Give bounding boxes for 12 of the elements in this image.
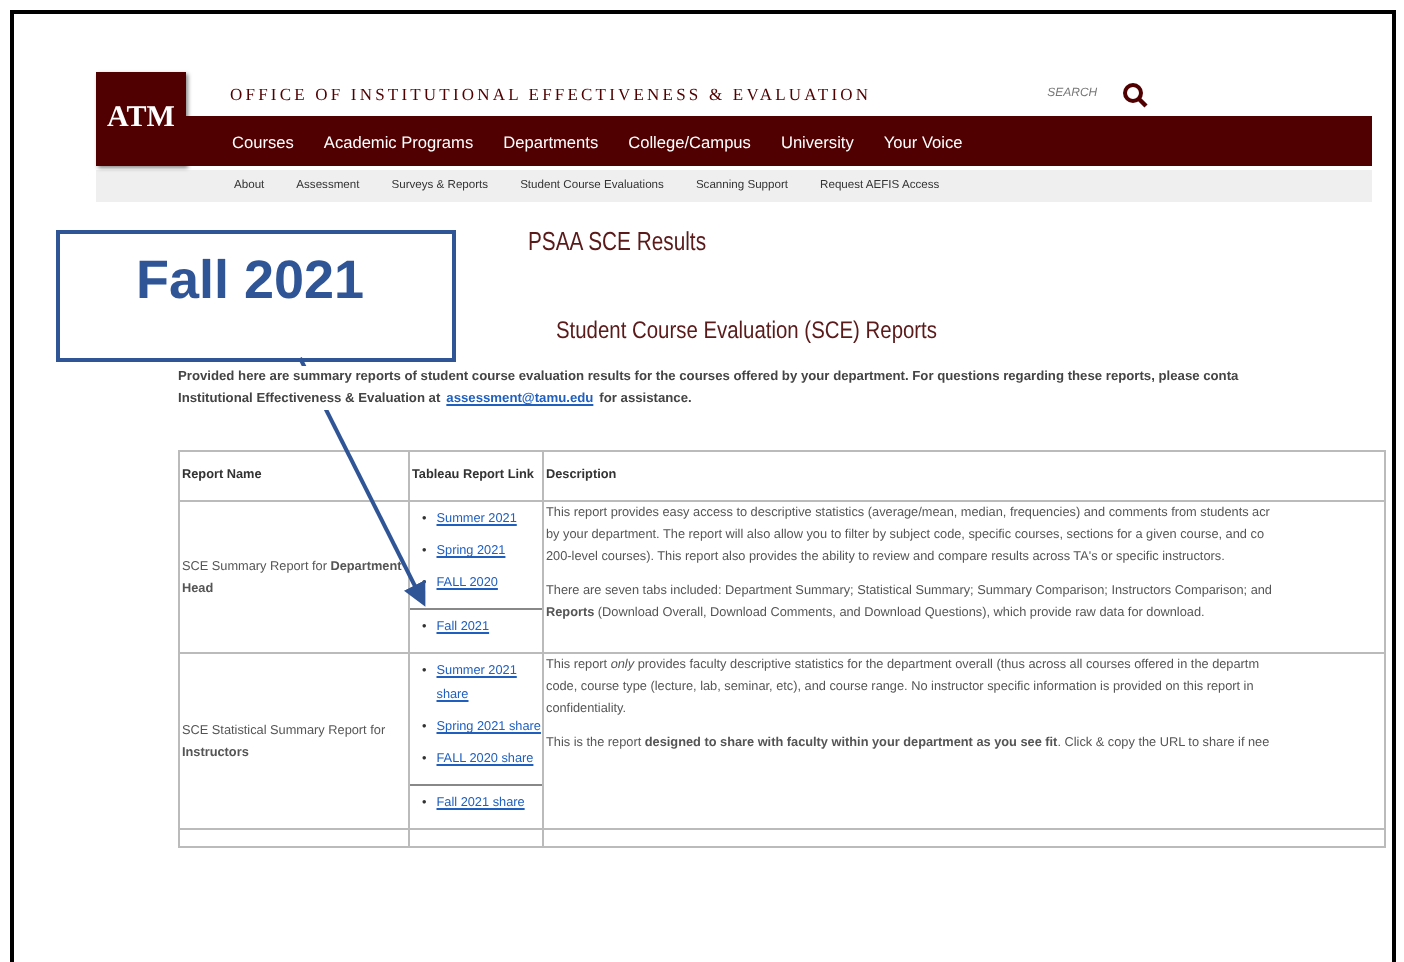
nav-link[interactable]: Academic Programs	[323, 131, 474, 151]
nav-link[interactable]: Departments	[503, 131, 599, 151]
nav-link[interactable]: Courses	[232, 131, 294, 151]
site-title: OFFICE OF INSTITUTIONAL EFFECTIVENESS & EVALUATION	[230, 84, 872, 104]
page-title: PSAA SCE Results	[528, 226, 709, 256]
nav-link[interactable]: College/Campus	[628, 131, 751, 151]
callout-text: Fall 2021	[136, 250, 365, 312]
nav-link[interactable]: University	[780, 131, 854, 151]
university-logo[interactable]: ATM	[96, 72, 186, 166]
search-icon[interactable]	[1121, 81, 1148, 107]
section-title: Student Course Evaluation (SCE) Reports	[556, 316, 939, 344]
nav-link[interactable]: Your Voice	[883, 131, 963, 151]
